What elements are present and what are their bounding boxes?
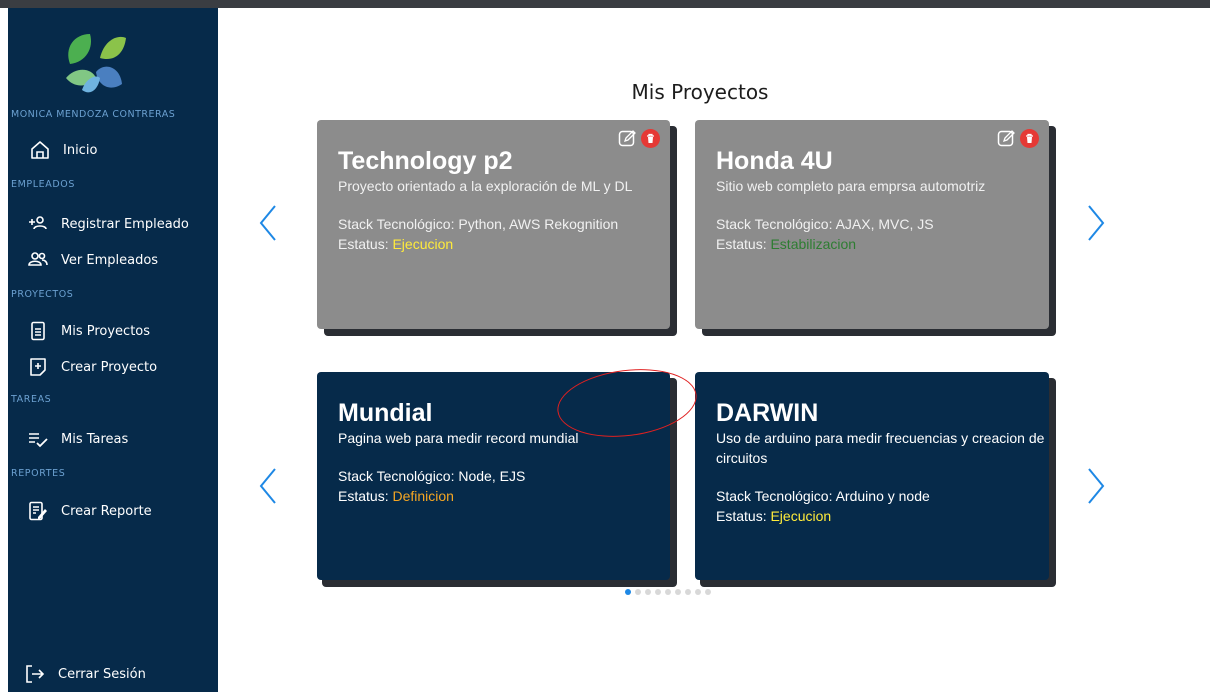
status-label: Estatus: xyxy=(338,488,393,504)
document-icon xyxy=(28,321,48,341)
carousel-dot[interactable] xyxy=(655,589,661,595)
project-stack: Stack Tecnológico: Arduino y node xyxy=(716,488,930,504)
carousel-dot[interactable] xyxy=(695,589,701,595)
logout-button[interactable]: Cerrar Sesión xyxy=(25,664,146,684)
tasks-icon xyxy=(28,429,48,449)
section-label-empleados: EMPLEADOS xyxy=(11,179,75,190)
project-title: Technology p2 xyxy=(338,147,513,175)
carousel-dot[interactable] xyxy=(625,589,631,595)
project-status: Estatus: Ejecucion xyxy=(338,234,650,254)
status-value: Definicion xyxy=(392,488,454,504)
project-stack: Stack Tecnológico: Node, EJS xyxy=(338,468,526,484)
status-value: Ejecucion xyxy=(770,508,832,524)
report-edit-icon xyxy=(28,501,48,521)
chevron-left-icon xyxy=(259,468,276,504)
project-title: Honda 4U xyxy=(716,147,833,175)
carousel-dot[interactable] xyxy=(635,589,641,595)
project-title: DARWIN xyxy=(716,399,819,427)
carousel-next-arrow[interactable] xyxy=(1086,467,1106,510)
carousel-next-arrow[interactable] xyxy=(1086,204,1106,247)
status-value: Ejecucion xyxy=(392,236,454,252)
carousel-dot[interactable] xyxy=(645,589,651,595)
chevron-right-icon xyxy=(1088,205,1105,241)
project-description: Pagina web para medir record mundial xyxy=(338,430,579,446)
project-card[interactable]: Mundial Pagina web para medir record mun… xyxy=(317,372,670,580)
project-description: Sitio web completo para emprsa automotri… xyxy=(716,178,986,194)
sidebar-item-ver-empleados[interactable]: Ver Empleados xyxy=(28,250,158,270)
status-label: Estatus: xyxy=(338,236,393,252)
add-user-icon xyxy=(28,214,48,234)
user-name: MONICA MENDOZA CONTRERAS xyxy=(11,109,176,120)
status-value: Estabilizacion xyxy=(770,236,857,252)
project-status: Estatus: Ejecucion xyxy=(716,506,1029,526)
project-status: Estatus: Definicion xyxy=(338,486,650,506)
logo-leaves-icon xyxy=(60,28,130,100)
carousel-dot[interactable] xyxy=(685,589,691,595)
sidebar-item-crear-reporte[interactable]: Crear Reporte xyxy=(28,501,152,521)
logout-icon xyxy=(25,664,45,684)
card-actions xyxy=(618,129,660,148)
project-title: Mundial xyxy=(338,399,433,427)
status-label: Estatus: xyxy=(716,508,771,524)
logout-label: Cerrar Sesión xyxy=(58,666,146,682)
sidebar-item-label: Ver Empleados xyxy=(61,252,159,268)
sidebar: MONICA MENDOZA CONTRERAS Inicio EMPLEADO… xyxy=(8,8,218,692)
home-icon xyxy=(30,140,50,160)
sidebar-item-label: Mis Proyectos xyxy=(61,323,151,339)
edit-icon[interactable] xyxy=(618,129,637,148)
carousel-dot[interactable] xyxy=(705,589,711,595)
trash-icon[interactable] xyxy=(641,129,660,148)
sidebar-item-label: Inicio xyxy=(63,142,98,158)
section-label-proyectos: PROYECTOS xyxy=(11,289,74,300)
sidebar-item-label: Registrar Empleado xyxy=(61,216,189,232)
sidebar-item-label: Mis Tareas xyxy=(61,431,129,447)
chevron-right-icon xyxy=(1088,468,1105,504)
project-card[interactable]: DARWIN Uso de arduino para medir frecuen… xyxy=(695,372,1049,580)
add-document-icon xyxy=(28,357,48,377)
project-description: Proyecto orientado a la exploración de M… xyxy=(338,178,633,194)
carousel-prev-arrow[interactable] xyxy=(258,467,278,510)
project-card[interactable]: Technology p2 Proyecto orientado a la ex… xyxy=(317,120,670,329)
trash-icon[interactable] xyxy=(1020,129,1039,148)
users-icon xyxy=(28,250,48,270)
sidebar-item-label: Crear Proyecto xyxy=(61,359,158,375)
project-description: Uso de arduino para medir frecuencias y … xyxy=(716,430,1045,466)
edit-icon[interactable] xyxy=(997,129,1016,148)
sidebar-item-label: Crear Reporte xyxy=(61,503,152,519)
sidebar-item-registrar-empleado[interactable]: Registrar Empleado xyxy=(28,214,189,234)
window-top-border xyxy=(0,0,1210,8)
carousel-pagination xyxy=(625,589,711,595)
project-stack: Stack Tecnológico: Python, AWS Rekogniti… xyxy=(338,216,619,232)
sidebar-item-crear-proyecto[interactable]: Crear Proyecto xyxy=(28,357,157,377)
sidebar-item-mis-tareas[interactable]: Mis Tareas xyxy=(28,429,128,449)
sidebar-item-inicio[interactable]: Inicio xyxy=(30,140,97,160)
status-label: Estatus: xyxy=(716,236,771,252)
section-label-tareas: TAREAS xyxy=(11,394,52,405)
card-actions xyxy=(997,129,1039,148)
section-label-reportes: REPORTES xyxy=(11,468,66,479)
project-stack: Stack Tecnológico: AJAX, MVC, JS xyxy=(716,216,934,232)
page-title: Mis Proyectos xyxy=(631,80,769,104)
sidebar-item-mis-proyectos[interactable]: Mis Proyectos xyxy=(28,321,150,341)
carousel-prev-arrow[interactable] xyxy=(258,204,278,247)
carousel-dot[interactable] xyxy=(675,589,681,595)
carousel-dot[interactable] xyxy=(665,589,671,595)
chevron-left-icon xyxy=(259,205,276,241)
project-status: Estatus: Estabilizacion xyxy=(716,234,1029,254)
project-card[interactable]: Honda 4U Sitio web completo para emprsa … xyxy=(695,120,1049,329)
